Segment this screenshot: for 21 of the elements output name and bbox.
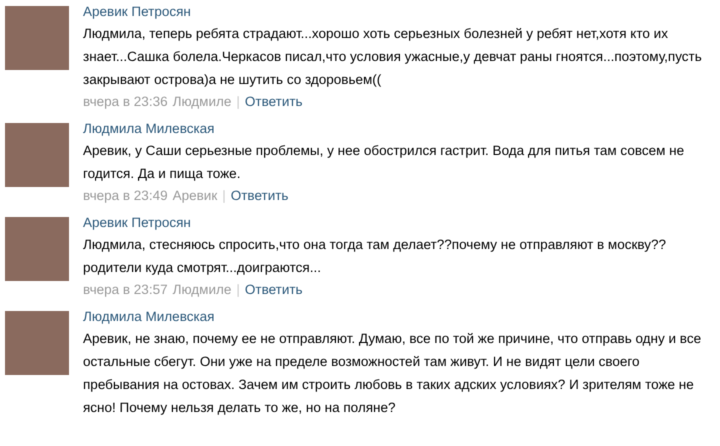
author-name[interactable]: Людмила Милевская [83,119,214,139]
avatar-photo [5,6,69,70]
reply-link[interactable]: Ответить [230,185,288,207]
comment-text: Аревик, у Саши серьезные проблемы, у нее обострился гастрит. Вода для питья там совсем не годится. Да и пища тоже. [83,142,686,183]
separator: | [236,93,240,111]
separator: | [222,187,226,205]
comment-date: вчера в 23:49 [83,187,168,205]
avatar-photo [5,311,69,375]
author-name[interactable]: Людмила Милевская [83,307,214,327]
comment-date: вчера в 23:57 [83,281,168,299]
avatar-photo [5,217,69,281]
comment-text: Людмила, стесняюсь спросить,что она тогда там делает??почему не отправляют в москву?? родители куда смотрят...доиграются... [83,236,668,277]
reply-link[interactable]: Ответить [244,279,303,301]
reply-link[interactable]: Ответить [244,91,303,113]
comment-date: вчера в 23:36 [83,93,168,111]
comment-text: Аревик, не знаю, почему ее не отправляют. Думаю, все по той же причине, что отправь одну и все остальные сбегут. Они уже на пределе возможностей там живут. И не видят цели своего пребывания на остовах. Зачем им строить любовь в таких адских условиях? И зрителям тоже не ясно! Почему нельзя делать то же, но на поляне? [83,330,702,417]
author-name[interactable]: Аревик Петросян [83,213,191,233]
author-name[interactable]: Аревик Петросян [83,2,191,22]
comment-text: Людмила, теперь ребята страдают...хорошо хоть серьезных болезней у ребят нет,хотя кто их знает...Сашка болела.Черкасов писал,что условия ужасные,у девчат раны гноятся...поэтому,пусть закрывают острова)а не шутить со здоровьем(( [83,25,703,89]
avatar-photo [5,123,69,187]
separator: | [236,281,240,299]
